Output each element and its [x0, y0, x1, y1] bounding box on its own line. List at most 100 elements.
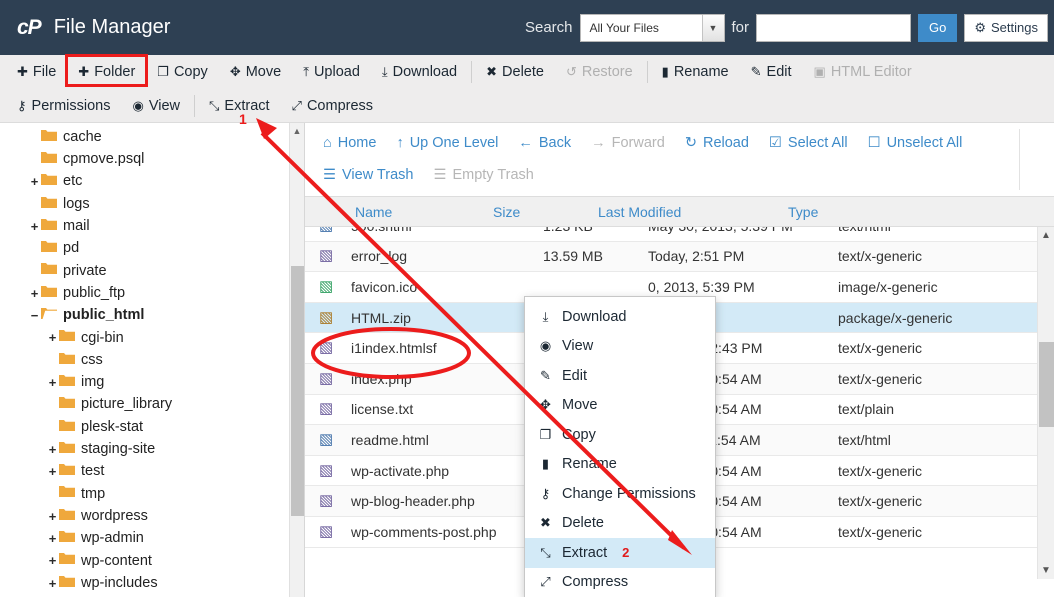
chevron-down-icon[interactable]: ▼	[701, 14, 724, 41]
nav-view-trash[interactable]: ☰ View Trash	[313, 167, 423, 183]
sidebar-item-public-ftp[interactable]: + public_ftp	[0, 282, 304, 304]
sidebar-item-staging-site[interactable]: + staging-site	[0, 438, 304, 460]
sidebar-item-css[interactable]: css	[0, 349, 304, 371]
context-menu-item-rename[interactable]: ▮ Rename	[525, 450, 715, 480]
sidebar-scrollbar[interactable]: ▲	[289, 123, 304, 597]
context-menu-item-extract[interactable]: ⤡ Extract 2	[525, 538, 715, 568]
context-menu-item-download[interactable]: ⤓ Download	[525, 302, 715, 332]
nav-item-label: Empty Trash	[452, 167, 534, 183]
expand-icon[interactable]: +	[46, 375, 59, 390]
sidebar-item-wp-includes[interactable]: + wp-includes	[0, 572, 304, 594]
file-name-cell[interactable]: favicon.ico	[351, 279, 543, 295]
sidebar-item-logs[interactable]: logs	[0, 193, 304, 215]
sidebar-item-wp-content[interactable]: + wp-content	[0, 550, 304, 572]
expand-icon[interactable]: +	[46, 576, 59, 591]
file-name-cell[interactable]: wp-blog-header.php	[351, 493, 543, 509]
folder-open-icon	[41, 307, 57, 324]
file-list-scrollbar[interactable]: ▲ ▼	[1037, 227, 1054, 579]
sidebar-item-mail[interactable]: + mail	[0, 215, 304, 237]
file-name-cell[interactable]: wp-activate.php	[351, 463, 543, 479]
table-row[interactable]: ▧ error_log 13.59 MB Today, 2:51 PM text/x-g…	[305, 241, 1054, 273]
expand-icon[interactable]: +	[28, 219, 41, 234]
file-name-cell[interactable]: wp-comments-post.php	[351, 524, 543, 540]
sidebar-item-label: cgi-bin	[81, 329, 124, 346]
column-header-type[interactable]: Type	[788, 204, 1054, 220]
settings-button[interactable]: ⚙ Settings	[964, 13, 1048, 42]
toolbar-button-folder[interactable]: ✚ Folder	[67, 57, 146, 87]
toolbar-button-download[interactable]: ⤓ Download	[371, 57, 468, 87]
sidebar-item-label: img	[81, 374, 105, 391]
toolbar-button-upload[interactable]: ⤒ Upload	[292, 57, 371, 87]
expand-icon[interactable]: +	[46, 464, 59, 479]
scroll-down-icon[interactable]: ▼	[1038, 562, 1054, 579]
sidebar-scroll-thumb[interactable]	[291, 266, 304, 516]
context-menu-item-move[interactable]: ✥ Move	[525, 391, 715, 421]
toolbar-button-edit[interactable]: ✎ Edit	[740, 57, 803, 87]
sidebar-item-label: test	[81, 463, 105, 480]
scroll-up-icon[interactable]: ▲	[1038, 227, 1054, 244]
expand-icon[interactable]: +	[46, 442, 59, 457]
context-menu-item-edit[interactable]: ✎ Edit	[525, 361, 715, 391]
context-menu-item-change-permissions[interactable]: ⚷ Change Permissions	[525, 479, 715, 509]
search-scope-select[interactable]: All Your Files ▼	[579, 13, 725, 42]
expand-icon[interactable]: +	[28, 286, 41, 301]
file-list-scroll-thumb[interactable]	[1039, 342, 1054, 427]
column-header-name[interactable]: Name	[305, 204, 493, 220]
file-name-cell[interactable]: error_log	[351, 248, 543, 264]
file-name-cell[interactable]: readme.html	[351, 432, 543, 448]
file-name-cell[interactable]: license.txt	[351, 401, 543, 417]
file-name-cell[interactable]: HTML.zip	[351, 310, 543, 326]
context-menu-item-compress[interactable]: ⤢ Compress	[525, 568, 715, 597]
column-header-last-modified[interactable]: Last Modified	[598, 204, 788, 220]
upload-icon: ⤒	[303, 64, 309, 79]
expand-icon[interactable]: +	[28, 174, 41, 189]
search-go-button[interactable]: Go	[918, 13, 958, 42]
context-menu-item-copy[interactable]: ❐ Copy	[525, 420, 715, 450]
expand-icon[interactable]: +	[46, 509, 59, 524]
nav-home[interactable]: ⌂ Home	[313, 135, 386, 151]
nav-unselect-all[interactable]: ☐ Unselect All	[858, 135, 973, 151]
toolbar-button-file[interactable]: ✚ File	[6, 57, 67, 87]
file-name-cell[interactable]: i1index.htmlsf	[351, 340, 543, 356]
nav-up-one-level[interactable]: ↑ Up One Level	[386, 135, 508, 151]
nav-select-all[interactable]: ☑ Select All	[759, 135, 858, 151]
sidebar-item-cache[interactable]: cache	[0, 126, 304, 148]
expand-icon[interactable]: +	[46, 553, 59, 568]
nav-reload[interactable]: ↻ Reload	[675, 135, 759, 151]
file-name-cell[interactable]: index.php	[351, 371, 543, 387]
sidebar-item-tmp[interactable]: tmp	[0, 483, 304, 505]
file-name-cell[interactable]: 500.shtml	[351, 227, 543, 234]
search-input[interactable]	[756, 13, 912, 42]
nav-back[interactable]: ← Back	[508, 135, 581, 151]
collapse-icon[interactable]: −	[28, 308, 41, 323]
sidebar-item-cgi-bin[interactable]: + cgi-bin	[0, 327, 304, 349]
table-row[interactable]: ▧500.shtml1.23 KBMay 30, 2013, 5:39 PMte…	[305, 227, 1054, 242]
toolbar-button-compress[interactable]: ⤢ Compress	[281, 91, 384, 121]
toolbar-button-delete[interactable]: ✖ Delete	[475, 57, 555, 87]
sidebar-item-etc[interactable]: + etc	[0, 171, 304, 193]
sidebar-item-plesk-stat[interactable]: plesk-stat	[0, 416, 304, 438]
pencil-icon: ✎	[750, 64, 762, 79]
toolbar-button-extract[interactable]: ⤡ Extract	[198, 91, 281, 121]
context-menu-item-view[interactable]: ◉ View	[525, 332, 715, 362]
toolbar-button-copy[interactable]: ❐ Copy	[146, 57, 219, 87]
toolbar-button-permissions[interactable]: ⚷ Permissions	[6, 91, 122, 121]
sidebar-item-cpmove-psql[interactable]: cpmove.psql	[0, 148, 304, 170]
nav-item-label: Home	[337, 135, 377, 151]
sidebar-item-wordpress[interactable]: + wordpress	[0, 505, 304, 527]
sidebar-item-public-html[interactable]: − public_html	[0, 304, 304, 326]
toolbar-button-view[interactable]: ◉ View	[122, 91, 192, 121]
toolbar-button-move[interactable]: ✥ Move	[219, 57, 292, 87]
scroll-up-icon[interactable]: ▲	[290, 123, 304, 138]
column-header-size[interactable]: Size	[493, 204, 598, 220]
context-menu-item-delete[interactable]: ✖ Delete	[525, 509, 715, 539]
expand-icon[interactable]: +	[46, 330, 59, 345]
toolbar-button-rename[interactable]: ▮ Rename	[651, 57, 740, 87]
sidebar-item-test[interactable]: + test	[0, 460, 304, 482]
sidebar-item-wp-admin[interactable]: + wp-admin	[0, 527, 304, 549]
sidebar-item-private[interactable]: private	[0, 260, 304, 282]
expand-icon[interactable]: +	[46, 531, 59, 546]
sidebar-item-picture-library[interactable]: picture_library	[0, 394, 304, 416]
sidebar-item-img[interactable]: + img	[0, 371, 304, 393]
sidebar-item-pd[interactable]: pd	[0, 237, 304, 259]
